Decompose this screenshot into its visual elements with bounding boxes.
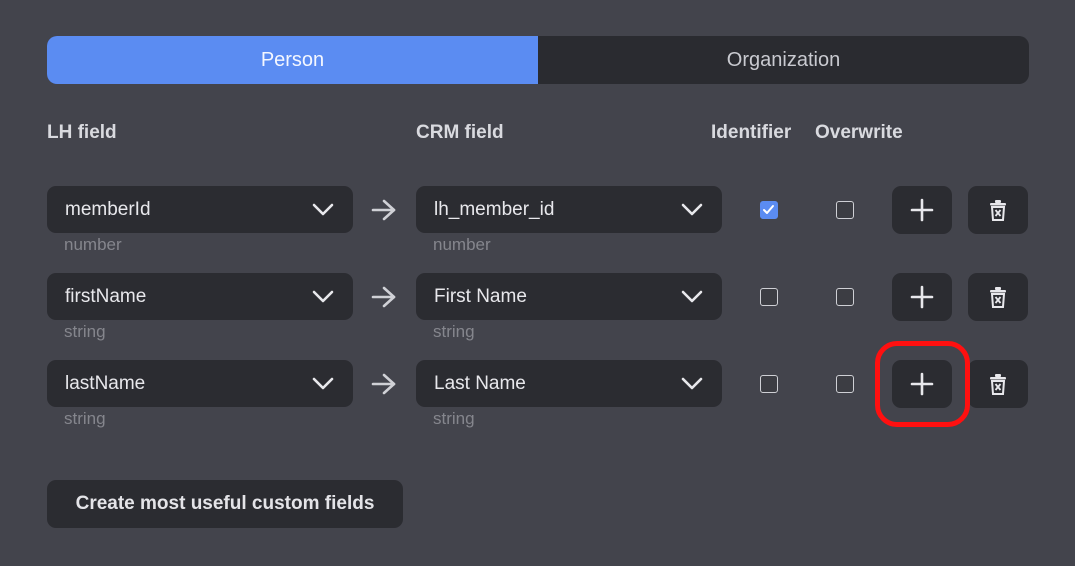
lh-field-header: LH field [47,122,117,143]
identifier-checkbox[interactable] [760,288,778,306]
plus-icon [910,285,934,309]
overwrite-checkbox[interactable] [836,375,854,393]
chevron-down-icon [312,290,334,303]
trash-icon [990,374,1006,395]
trash-icon [990,287,1006,308]
add-row-button[interactable] [892,273,952,321]
lh-field-type: number [64,235,122,254]
arrow-right-icon [371,286,396,308]
check-icon [763,205,774,214]
crm-field-type: number [433,235,491,254]
lh-field-value: memberId [65,198,151,220]
tab-person[interactable]: Person [47,36,538,84]
lh-field-select[interactable]: lastName [47,360,353,407]
crm-field-select[interactable]: lh_member_id [416,186,722,233]
crm-field-value: First Name [434,285,527,307]
plus-icon [910,198,934,222]
lh-field-select[interactable]: memberId [47,186,353,233]
crm-field-value: lh_member_id [434,198,555,220]
mapping-row: lastName string Last Name string [0,360,1075,440]
lh-field-value: lastName [65,372,146,394]
crm-field-type: string [433,409,475,428]
create-custom-fields-button[interactable]: Create most useful custom fields [47,480,403,528]
arrow-right-icon [371,199,396,221]
add-row-button[interactable] [892,360,952,408]
mapping-row: memberId number lh_member_id number [0,186,1075,266]
crm-field-type: string [433,322,475,341]
delete-row-button[interactable] [968,186,1028,234]
identifier-checkbox[interactable] [760,201,778,219]
overwrite-checkbox[interactable] [836,201,854,219]
identifier-checkbox[interactable] [760,375,778,393]
entity-tabs: Person Organization [47,36,1029,84]
chevron-down-icon [312,203,334,216]
lh-field-value: firstName [65,285,147,307]
crm-field-value: Last Name [434,372,526,394]
arrow-right-icon [371,373,396,395]
crm-field-select[interactable]: First Name [416,273,722,320]
overwrite-header: Overwrite [815,122,903,143]
overwrite-checkbox[interactable] [836,288,854,306]
delete-row-button[interactable] [968,360,1028,408]
chevron-down-icon [681,290,703,303]
crm-field-header: CRM field [416,122,504,143]
delete-row-button[interactable] [968,273,1028,321]
chevron-down-icon [681,377,703,390]
plus-icon [910,372,934,396]
add-row-button[interactable] [892,186,952,234]
lh-field-type: string [64,409,106,428]
mapping-row: firstName string First Name string [0,273,1075,353]
chevron-down-icon [312,377,334,390]
lh-field-type: string [64,322,106,341]
identifier-header: Identifier [711,122,792,143]
crm-field-select[interactable]: Last Name [416,360,722,407]
trash-icon [990,200,1006,221]
chevron-down-icon [681,203,703,216]
tab-organization[interactable]: Organization [538,36,1029,84]
lh-field-select[interactable]: firstName [47,273,353,320]
